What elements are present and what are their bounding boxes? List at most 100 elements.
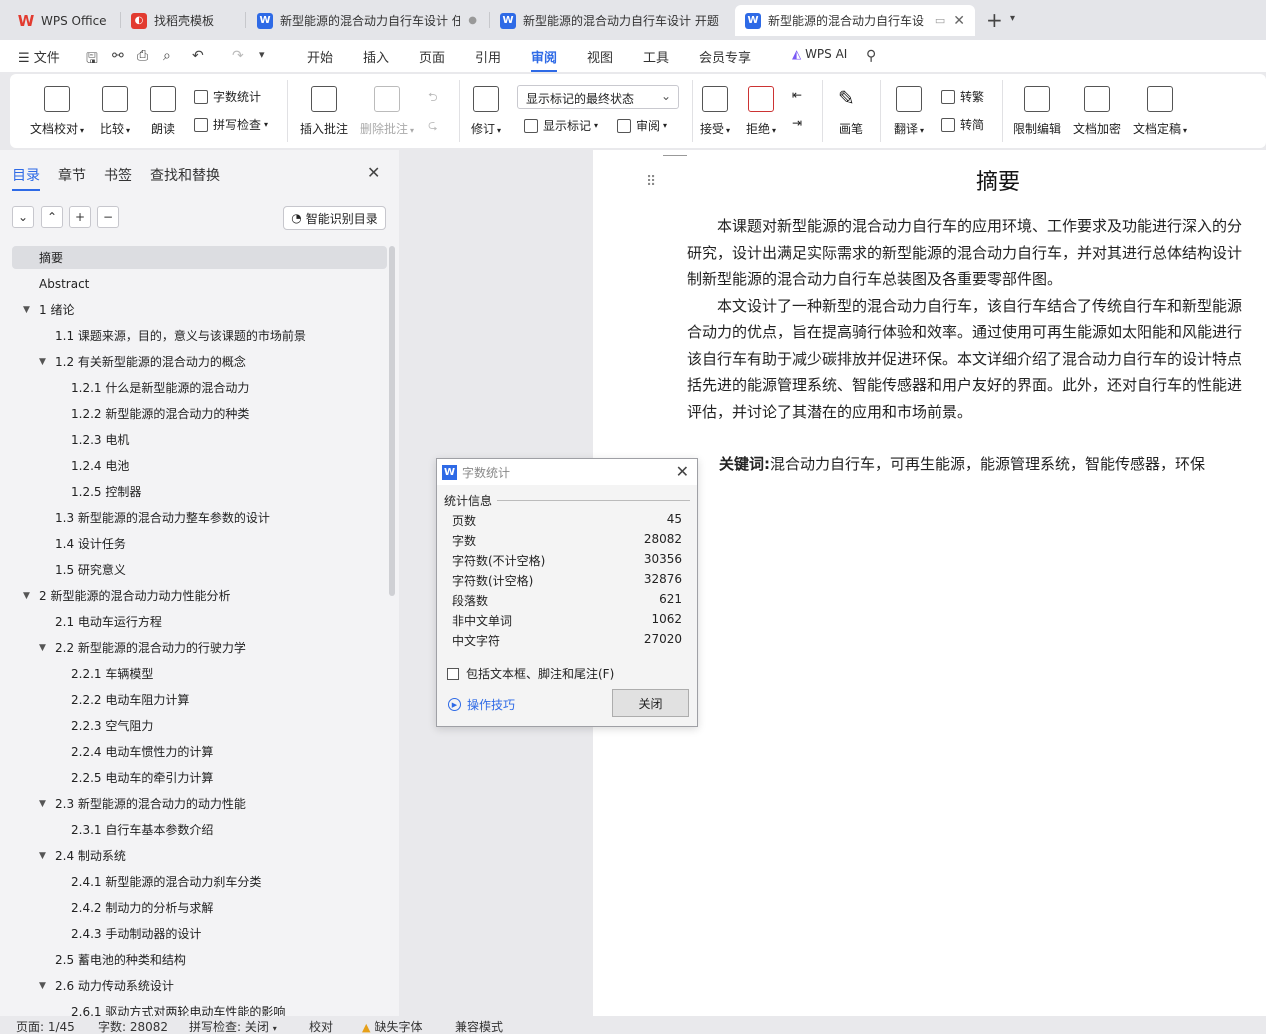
toc-item[interactable]: ▼ 2.2 新型能源的混合动力的行驶力学: [12, 636, 387, 659]
proofread-indicator[interactable]: 校对: [309, 1018, 333, 1034]
toc-item[interactable]: 2.2.2 电动车阻力计算: [12, 688, 387, 711]
collapse-down-icon[interactable]: ⌄: [12, 206, 34, 228]
chevron-down-icon[interactable]: ▾: [1010, 13, 1015, 24]
toc-item[interactable]: ▼ 1 绪论: [12, 298, 387, 321]
read-aloud-button[interactable]: 朗读: [150, 86, 176, 137]
tab-doc-proposal[interactable]: W 新型能源的混合动力自行车设计 开题: [490, 5, 730, 36]
page-indicator[interactable]: 页面: 1/45: [16, 1018, 75, 1034]
new-tab-icon[interactable]: +: [986, 8, 1003, 32]
toc-item[interactable]: 1.2.5 控制器: [12, 480, 387, 503]
tips-link[interactable]: ▶ 操作技巧: [448, 696, 515, 713]
toc-item[interactable]: 1.4 设计任务: [12, 532, 387, 555]
menu-member[interactable]: 会员专享: [699, 47, 751, 66]
translate-button[interactable]: 翻译 ▾: [894, 86, 924, 137]
toc-item[interactable]: 1.3 新型能源的混合动力整车参数的设计: [12, 506, 387, 529]
prev-comment-icon[interactable]: ⮌: [428, 88, 438, 109]
menu-insert[interactable]: 插入: [363, 47, 389, 66]
expand-toggle-icon[interactable]: ▼: [39, 357, 46, 367]
next-revision-icon[interactable]: ⇥: [792, 116, 802, 130]
undo-icon[interactable]: ↶: [192, 48, 204, 64]
word-count-indicator[interactable]: 字数: 28082: [98, 1018, 168, 1034]
expand-toggle-icon[interactable]: ▼: [39, 799, 46, 809]
spell-check-button[interactable]: 拼写检查 ▾: [194, 116, 268, 133]
word-count-button[interactable]: 字数统计: [194, 88, 261, 105]
to-simplified-button[interactable]: 转简: [941, 116, 984, 133]
prev-revision-icon[interactable]: ⇤: [792, 88, 802, 102]
toc-item[interactable]: ▼ 2 新型能源的混合动力动力性能分析: [12, 584, 387, 607]
toc-item[interactable]: 摘要: [12, 246, 387, 269]
toc-item[interactable]: 2.2.1 车辆模型: [12, 662, 387, 685]
nav-tab-toc[interactable]: 目录: [12, 165, 40, 191]
toc-item[interactable]: 2.4.3 手动制动器的设计: [12, 922, 387, 945]
menu-start[interactable]: 开始: [307, 47, 333, 66]
toc-item[interactable]: ▼ 2.4 制动系统: [12, 844, 387, 867]
expand-toggle-icon[interactable]: ▼: [23, 305, 30, 315]
accept-button[interactable]: 接受 ▾: [700, 86, 730, 137]
nav-tab-bookmarks[interactable]: 书签: [104, 165, 132, 185]
toc-item[interactable]: 2.4.2 制动力的分析与求解: [12, 896, 387, 919]
toc-item[interactable]: ▼ 2.6 动力传动系统设计: [12, 974, 387, 997]
collapse-up-icon[interactable]: ⌃: [41, 206, 63, 228]
close-pane-icon[interactable]: ✕: [367, 163, 380, 182]
toc-item[interactable]: 1.1 课题来源，目的，意义与该课题的市场前景: [12, 324, 387, 347]
toc-item[interactable]: 2.1 电动车运行方程: [12, 610, 387, 633]
screen-icon[interactable]: ▭: [935, 14, 945, 27]
toc-item[interactable]: 2.5 蓄电池的种类和结构: [12, 948, 387, 971]
toc-item[interactable]: 1.2.2 新型能源的混合动力的种类: [12, 402, 387, 425]
expand-toggle-icon[interactable]: ▼: [39, 851, 46, 861]
dialog-titlebar[interactable]: W 字数统计 ✕: [437, 459, 697, 485]
spell-check-indicator[interactable]: 拼写检查: 关闭 ▾: [189, 1018, 277, 1034]
include-textbox-checkbox[interactable]: 包括文本框、脚注和尾注(F): [447, 665, 614, 682]
compare-button[interactable]: 比较 ▾: [100, 86, 130, 137]
toc-item[interactable]: 2.2.4 电动车惯性力的计算: [12, 740, 387, 763]
tab-wps-office[interactable]: W WPS Office: [8, 5, 120, 36]
link-icon[interactable]: ⚯: [112, 48, 124, 64]
close-icon[interactable]: ✕: [676, 462, 689, 481]
menu-reference[interactable]: 引用: [475, 47, 501, 66]
add-heading-icon[interactable]: +: [69, 206, 91, 228]
restrict-edit-button[interactable]: 限制编辑: [1013, 86, 1061, 137]
toc-item[interactable]: 2.4.1 新型能源的混合动力刹车分类: [12, 870, 387, 893]
toc-item[interactable]: 2.2.3 空气阻力: [12, 714, 387, 737]
nav-tab-find-replace[interactable]: 查找和替换: [150, 165, 220, 185]
nav-tab-chapters[interactable]: 章节: [58, 165, 86, 185]
expand-toggle-icon[interactable]: ▼: [39, 981, 46, 991]
tab-docer-templates[interactable]: ◐ 找稻壳模板: [121, 5, 243, 36]
finalize-button[interactable]: 文档定稿 ▾: [1133, 86, 1187, 137]
expand-toggle-icon[interactable]: ▼: [39, 643, 46, 653]
print-preview-icon[interactable]: ⌕: [163, 48, 171, 64]
markup-state-select[interactable]: 显示标记的最终状态 ⌄: [517, 85, 679, 109]
expand-toggle-icon[interactable]: ▼: [23, 591, 30, 601]
menu-review[interactable]: 审阅: [531, 47, 558, 72]
missing-font-indicator[interactable]: ▲ 缺失字体: [362, 1018, 422, 1034]
toc-item[interactable]: 1.2.3 电机: [12, 428, 387, 451]
pen-button[interactable]: ✎ 画笔: [838, 86, 864, 137]
to-traditional-button[interactable]: 转繁: [941, 88, 984, 105]
toc-item[interactable]: Abstract: [12, 272, 387, 295]
toc-item[interactable]: 1.2.1 什么是新型能源的混合动力: [12, 376, 387, 399]
revise-button[interactable]: 修订 ▾: [471, 86, 501, 137]
insert-comment-button[interactable]: 插入批注: [300, 86, 348, 137]
toc-item[interactable]: 2.6.1 驱动方式对两轮电动车性能的影响: [12, 1000, 387, 1016]
toc-item[interactable]: ▼ 2.3 新型能源的混合动力的动力性能: [12, 792, 387, 815]
toc-item[interactable]: 1.2.4 电池: [12, 454, 387, 477]
close-tab-icon[interactable]: ✕: [953, 13, 965, 29]
tab-doc-active[interactable]: W 新型能源的混合动力自行车设 ▭ ✕: [735, 5, 975, 36]
encrypt-button[interactable]: 文档加密: [1073, 86, 1121, 137]
remove-heading-icon[interactable]: −: [97, 206, 119, 228]
toc-item[interactable]: 2.2.5 电动车的牵引力计算: [12, 766, 387, 789]
print-icon[interactable]: ⎙: [137, 48, 148, 64]
toc-item[interactable]: ▼ 1.2 有关新型能源的混合动力的概念: [12, 350, 387, 373]
chevron-down-icon[interactable]: ▾: [259, 48, 265, 61]
next-comment-icon[interactable]: ⮎: [428, 116, 438, 137]
search-icon[interactable]: ⚲: [866, 48, 876, 64]
wps-ai-button[interactable]: ◭ WPS AI: [792, 47, 847, 61]
show-markup-button[interactable]: 显示标记 ▾: [524, 117, 598, 134]
toc-item[interactable]: 1.5 研究意义: [12, 558, 387, 581]
menu-tools[interactable]: 工具: [643, 47, 669, 66]
review-pane-button[interactable]: 审阅 ▾: [617, 117, 667, 134]
close-button[interactable]: 关闭: [612, 689, 689, 717]
toc-scrollbar[interactable]: [389, 246, 395, 596]
redo-icon[interactable]: ↷: [232, 48, 244, 64]
menu-view[interactable]: 视图: [587, 47, 613, 66]
